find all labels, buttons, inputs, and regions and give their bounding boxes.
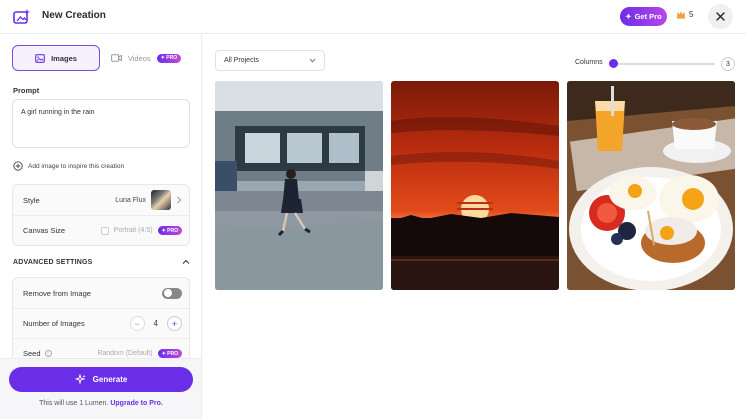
- chevron-down-icon: [309, 58, 316, 63]
- info-icon[interactable]: i: [44, 350, 52, 357]
- image-icon: [35, 53, 45, 63]
- pro-badge: ✦ PRO: [157, 226, 182, 235]
- pro-badge-label: PRO: [166, 55, 178, 61]
- breakfast-photo: [567, 81, 735, 290]
- add-image-label: Add image to inspire this creation: [28, 162, 125, 170]
- remove-from-image-label: Remove from Image: [23, 288, 91, 298]
- rain-street-photo: [215, 81, 383, 290]
- add-image-button[interactable]: Add image to inspire this creation: [13, 161, 124, 171]
- pro-badge: ✦ PRO: [157, 349, 182, 358]
- lumen-cost-text: This will use 1 Lumen.: [39, 400, 109, 407]
- advanced-settings-card: Remove from Image Number of Images − 4 +…: [12, 277, 190, 369]
- credits-indicator[interactable]: 5: [676, 10, 693, 19]
- generate-button[interactable]: Generate: [9, 367, 193, 392]
- upgrade-link[interactable]: Upgrade to Pro.: [110, 400, 163, 407]
- canvas-size-value: Portrait (4:5): [113, 227, 153, 234]
- remove-from-image-row: Remove from Image: [13, 278, 189, 308]
- number-of-images-label: Number of Images: [23, 319, 85, 328]
- pro-badge-label: PRO: [167, 350, 178, 357]
- video-icon: [110, 54, 122, 62]
- generated-image-1[interactable]: [215, 81, 383, 290]
- close-icon: [716, 12, 725, 21]
- sidebar-footer: Generate This will use 1 Lumen. Upgrade …: [0, 358, 201, 419]
- style-thumbnail: [151, 190, 171, 210]
- new-creation-icon: [13, 9, 30, 24]
- pro-badge: ✦ PRO: [156, 53, 182, 63]
- style-canvas-card: Style Luna Flux Canvas Size Portrait (4:…: [12, 184, 190, 246]
- columns-slider-handle[interactable]: [609, 59, 618, 68]
- columns-label: Columns: [575, 59, 603, 66]
- tab-images-label: Images: [51, 53, 77, 63]
- portrait-checkbox[interactable]: [100, 226, 109, 235]
- gallery-panel: All Projects Columns 3: [203, 34, 746, 419]
- increment-button[interactable]: +: [167, 316, 182, 331]
- number-of-images-value: 4: [153, 319, 158, 328]
- app-header: New Creation ✦ Get Pro 5: [0, 0, 746, 34]
- projects-dropdown[interactable]: All Projects: [215, 50, 325, 71]
- get-pro-label: Get Pro: [634, 12, 662, 21]
- page-title: New Creation: [42, 10, 106, 21]
- tab-videos-label: Videos: [127, 53, 151, 63]
- tab-images[interactable]: Images: [12, 45, 100, 71]
- credits-count: 5: [689, 10, 694, 19]
- chevron-up-icon: [182, 259, 190, 264]
- plus-icon: ✦: [625, 12, 632, 21]
- advanced-settings-label: ADVANCED SETTINGS: [13, 259, 93, 266]
- add-circle-icon: [13, 161, 23, 171]
- generate-label: Generate: [92, 375, 128, 384]
- sunset-photo: [391, 81, 559, 290]
- number-of-images-row: Number of Images − 4 +: [13, 308, 189, 338]
- canvas-size-row[interactable]: Canvas Size Portrait (4:5) ✦ PRO: [13, 215, 189, 245]
- columns-value: 3: [721, 57, 735, 71]
- prompt-label: Prompt: [13, 86, 40, 95]
- style-row[interactable]: Style Luna Flux: [13, 185, 189, 215]
- canvas-size-label: Canvas Size: [23, 226, 66, 235]
- generated-image-2[interactable]: [391, 81, 559, 290]
- decrement-button[interactable]: −: [129, 316, 145, 331]
- columns-slider-track[interactable]: [613, 63, 715, 65]
- style-label: Style: [23, 195, 40, 205]
- projects-dropdown-value: All Projects: [224, 57, 260, 64]
- chevron-right-icon: [177, 196, 182, 204]
- generated-image-3[interactable]: [567, 81, 735, 290]
- sparkle-icon: [74, 374, 86, 385]
- creation-sidebar: Images Videos ✦ PRO Prompt A girl runnin…: [0, 34, 202, 419]
- lumen-cost-note: This will use 1 Lumen. Upgrade to Pro.: [0, 400, 201, 407]
- seed-label: Seed: [23, 349, 41, 358]
- tab-videos[interactable]: Videos ✦ PRO: [104, 45, 188, 71]
- advanced-settings-header[interactable]: ADVANCED SETTINGS: [13, 259, 190, 266]
- close-button[interactable]: [708, 4, 733, 29]
- prompt-input[interactable]: A girl running in the rain: [12, 99, 190, 148]
- style-value: Luna Flux: [115, 196, 146, 204]
- seed-input[interactable]: Random (Default): [97, 350, 152, 357]
- remove-from-image-toggle[interactable]: [162, 287, 182, 299]
- pro-badge-label: PRO: [167, 227, 178, 234]
- crown-icon: [677, 11, 685, 19]
- get-pro-button[interactable]: ✦ Get Pro: [620, 7, 667, 26]
